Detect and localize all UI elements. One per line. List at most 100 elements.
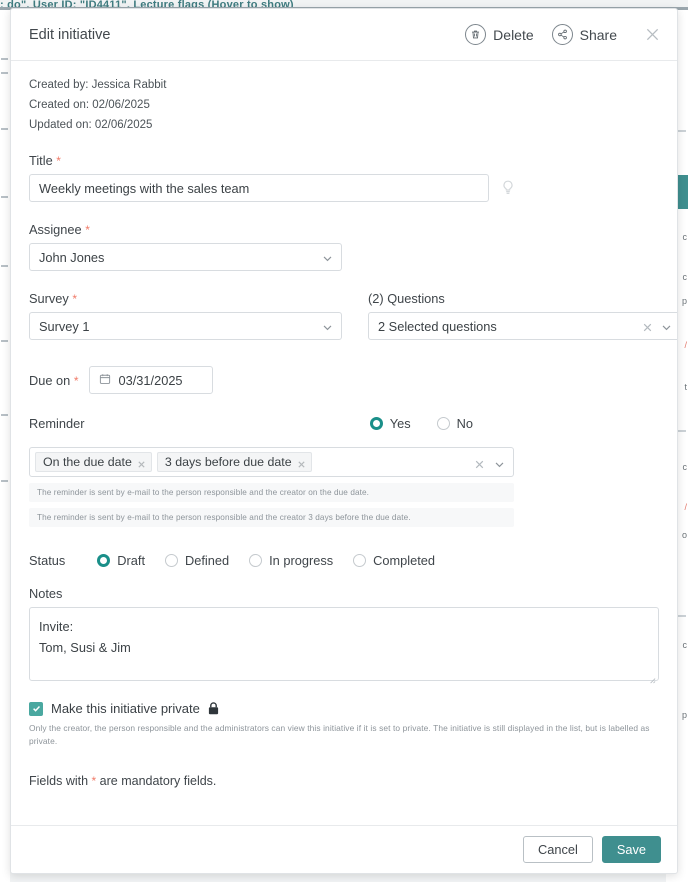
reminder-label: Reminder: [29, 416, 85, 431]
reminder-option-yes[interactable]: Yes: [369, 416, 411, 431]
status-option-label: In progress: [269, 553, 334, 568]
status-group: Status Draft Defined In progress Complet…: [29, 553, 659, 568]
clear-icon[interactable]: [474, 457, 485, 468]
mandatory-prefix: Fields with: [29, 774, 92, 788]
due-date-value: 03/31/2025: [118, 372, 183, 388]
mandatory-suffix: are mandatory fields.: [96, 774, 217, 788]
status-label: Status: [29, 553, 66, 568]
save-button[interactable]: Save: [601, 836, 661, 863]
reminder-header: Reminder Yes No: [29, 416, 659, 431]
privacy-label: Make this initiative private: [51, 701, 200, 716]
remove-tag-icon[interactable]: [297, 458, 306, 468]
chevron-down-icon: [322, 321, 333, 332]
calendar-icon: [99, 373, 111, 388]
assignee-field-group: Assignee * John Jones: [29, 222, 659, 271]
metadata-block: Created by: Jessica Rabbit Created on: 0…: [29, 79, 659, 131]
reminder-option-label: Yes: [389, 416, 411, 431]
required-asterisk: *: [72, 292, 78, 306]
share-nodes-icon: [551, 24, 573, 45]
status-option-draft[interactable]: Draft: [97, 553, 145, 568]
reminder-tag[interactable]: On the due date: [35, 452, 152, 472]
status-option-defined[interactable]: Defined: [165, 553, 229, 568]
lock-icon: [208, 702, 219, 715]
radio-icon: [369, 417, 383, 430]
title-label: Title *: [29, 153, 61, 168]
survey-questions-row: Survey * Survey 1 (2) Questions 2 Select…: [29, 291, 677, 340]
assignee-select[interactable]: John Jones: [29, 243, 342, 271]
reminder-tag-tools: [474, 457, 505, 468]
reminder-tag-label: On the due date: [43, 455, 132, 469]
questions-value: 2 Selected questions: [378, 318, 497, 334]
questions-label: (2) Questions: [368, 291, 445, 306]
dialog-body: Created by: Jessica Rabbit Created on: 0…: [11, 61, 677, 825]
status-option-in-progress[interactable]: In progress: [249, 553, 333, 568]
cancel-button[interactable]: Cancel: [522, 836, 593, 863]
reminder-hint: The reminder is sent by e-mail to the pe…: [29, 483, 514, 502]
close-icon[interactable]: [641, 24, 663, 46]
notes-label: Notes: [29, 586, 63, 601]
radio-icon: [353, 554, 367, 567]
delete-label: Delete: [493, 26, 534, 43]
privacy-checkbox[interactable]: [29, 701, 43, 716]
edit-initiative-dialog: Edit initiative Delete Share Created by:…: [10, 8, 678, 874]
title-field-group: Title * Weekly meetings with the sales t…: [29, 153, 659, 202]
background-left-column: [0, 10, 10, 882]
chevron-down-icon: [661, 321, 672, 332]
created-by-text: Created by: Jessica Rabbit: [29, 79, 167, 91]
share-button[interactable]: Share: [551, 24, 617, 45]
status-option-label: Draft: [117, 553, 146, 568]
required-asterisk: *: [73, 373, 79, 388]
due-date-input[interactable]: 03/31/2025: [88, 366, 213, 394]
reminder-tag-input[interactable]: On the due date 3 days before due date: [29, 447, 514, 477]
trash-icon: [465, 24, 487, 45]
dialog-title: Edit initiative: [29, 26, 111, 43]
survey-field-group: Survey * Survey 1: [29, 291, 342, 340]
status-option-label: Defined: [185, 553, 230, 568]
questions-field-group: (2) Questions 2 Selected questions: [368, 291, 677, 340]
resize-handle-icon[interactable]: [647, 669, 656, 684]
notes-group: Notes Invite: Tom, Susi & Jim: [29, 586, 659, 684]
survey-value: Survey 1: [39, 318, 90, 334]
header-actions: Delete Share: [465, 24, 663, 46]
radio-icon: [436, 417, 450, 430]
mandatory-note: Fields with * are mandatory fields.: [29, 774, 659, 788]
required-asterisk: *: [56, 154, 61, 168]
reminder-radio-group: Yes No: [369, 416, 473, 431]
dialog-footer: Cancel Save: [11, 825, 677, 873]
questions-select[interactable]: 2 Selected questions: [368, 312, 677, 340]
privacy-checkbox-row[interactable]: Make this initiative private: [29, 701, 659, 716]
due-label: Due on *: [29, 372, 79, 388]
reminder-option-label: No: [456, 416, 473, 431]
reminder-tag-label: 3 days before due date: [164, 455, 292, 469]
notes-textarea[interactable]: Invite: Tom, Susi & Jim: [29, 607, 659, 684]
status-option-label: Completed: [373, 553, 436, 568]
reminder-tag[interactable]: 3 days before due date: [156, 452, 312, 472]
required-asterisk: *: [85, 223, 90, 237]
privacy-note: Only the creator, the person responsible…: [29, 723, 650, 746]
notes-line-2: Tom, Susi & Jim: [39, 640, 131, 655]
delete-button[interactable]: Delete: [465, 24, 534, 45]
notes-line-1: Invite:: [39, 619, 74, 634]
assignee-label: Assignee *: [29, 222, 90, 237]
chevron-down-icon: [322, 252, 333, 263]
due-date-group: Due on * 03/31/2025: [29, 366, 659, 394]
reminder-option-no[interactable]: No: [436, 416, 473, 431]
radio-icon: [165, 554, 179, 567]
radio-icon: [97, 554, 111, 567]
title-input[interactable]: Weekly meetings with the sales team: [29, 174, 489, 202]
created-on-text: Created on: 02/06/2025: [29, 99, 150, 111]
survey-label: Survey *: [29, 291, 78, 306]
status-option-completed[interactable]: Completed: [353, 553, 435, 568]
dialog-header: Edit initiative Delete Share: [11, 9, 677, 61]
survey-select[interactable]: Survey 1: [29, 312, 342, 340]
lightbulb-icon[interactable]: [499, 179, 517, 197]
radio-icon: [249, 554, 263, 567]
clear-icon[interactable]: [642, 321, 653, 332]
background-top-text: ; do", User ID: "ID4411", Lecture flags …: [0, 0, 294, 7]
title-value: Weekly meetings with the sales team: [39, 180, 250, 196]
share-label: Share: [579, 26, 617, 43]
reminder-group: Reminder Yes No On the due date 3 days b…: [29, 416, 659, 527]
assignee-value: John Jones: [39, 249, 105, 265]
chevron-down-icon: [494, 457, 505, 468]
remove-tag-icon[interactable]: [137, 458, 146, 468]
